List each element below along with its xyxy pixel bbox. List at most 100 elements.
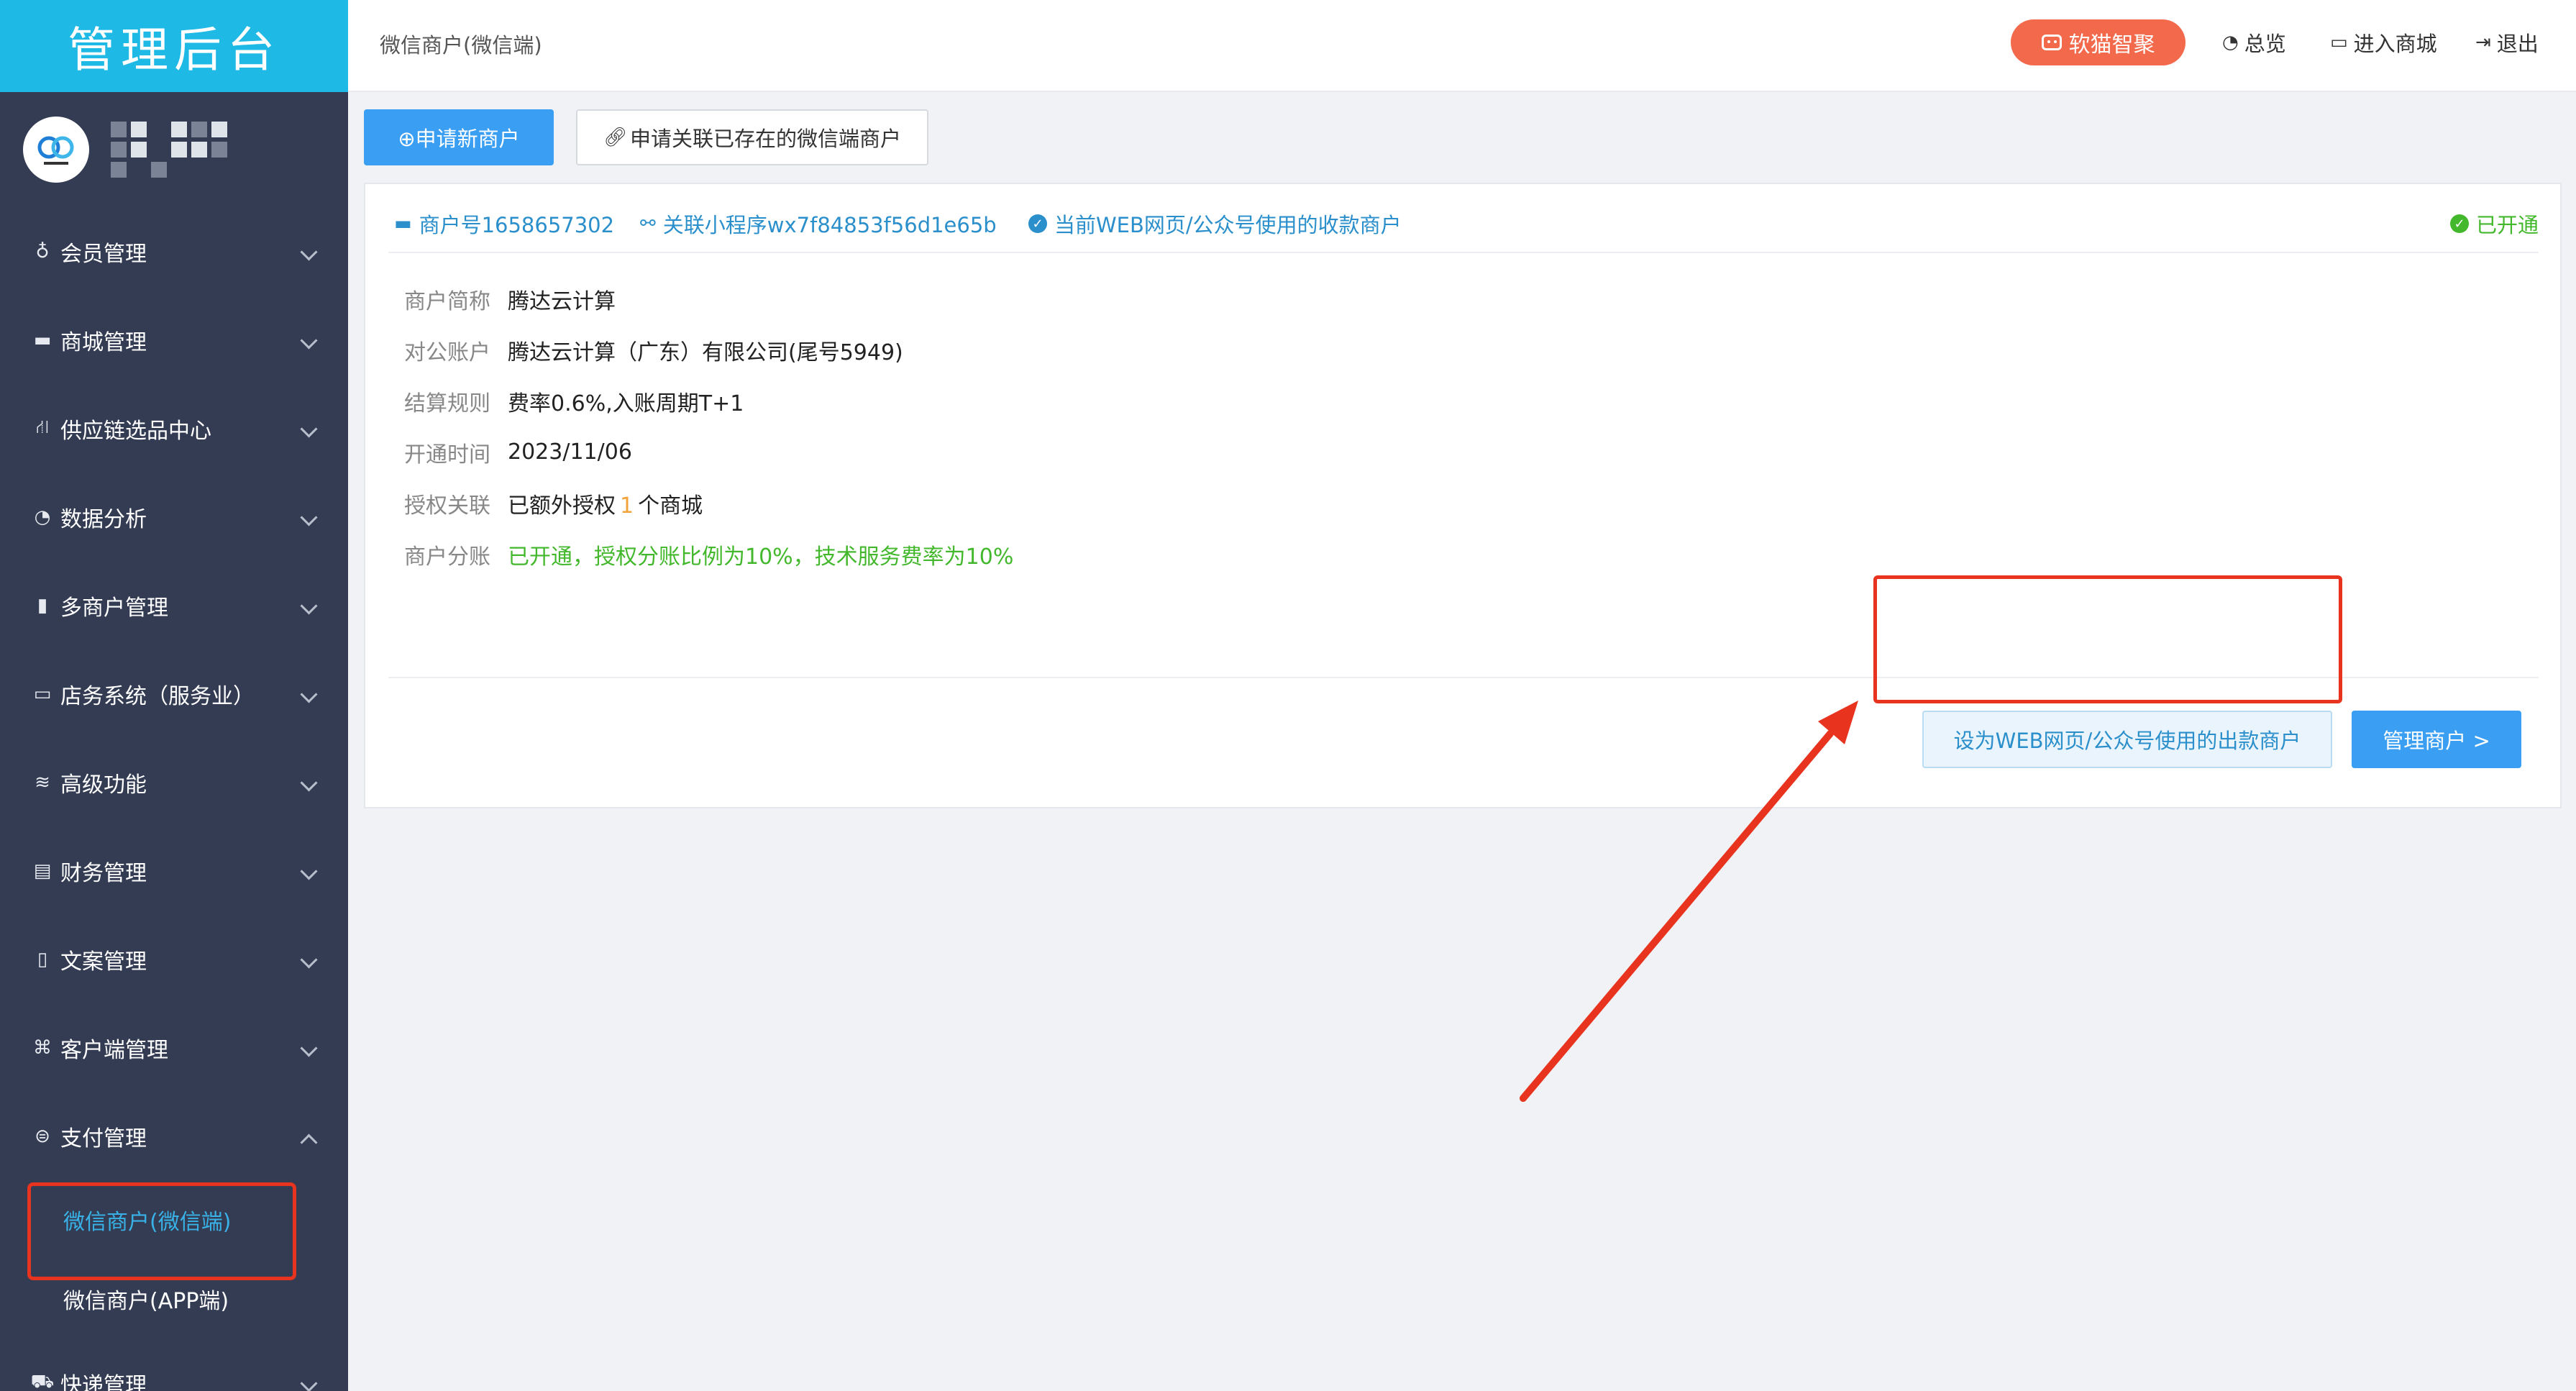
menu-item-label: 多商户管理 xyxy=(60,595,168,621)
layers-icon: ≋ xyxy=(35,771,50,793)
menu-item-label: 客户端管理 xyxy=(60,1037,168,1063)
merchant-number-text: 商户号1658657302 xyxy=(419,213,615,237)
field-value: 腾达云计算 xyxy=(508,288,616,314)
enter-mall-link[interactable]: ▭ 进入商城 xyxy=(2330,27,2437,58)
chevron-down-icon xyxy=(300,685,318,703)
store-icon: ▬ xyxy=(33,329,52,351)
field-label: 开通时间 xyxy=(404,442,490,468)
cloud-logo-icon xyxy=(37,136,74,165)
status-badge: ✓ 已开通 xyxy=(2449,209,2539,239)
check-circle-icon: ✓ xyxy=(1028,214,1047,233)
menu-item-member[interactable]: ♁ 会员管理 xyxy=(0,207,348,296)
field-value: 已额外授权 1 个商城 xyxy=(508,488,703,519)
document-icon: ▯ xyxy=(37,948,48,970)
set-payout-merchant-button[interactable]: 设为WEB网页/公众号使用的出款商户 xyxy=(1922,711,2332,768)
manage-merchant-button[interactable]: 管理商户 > xyxy=(2352,711,2521,768)
top-header: 微信商户(微信端) 软猫智聚 ◔ 总览 ▭ 进入商城 ⇥ 退出 xyxy=(348,0,2576,92)
enter-mall-label: 进入商城 xyxy=(2353,32,2437,56)
menu-item-multi-merchant[interactable]: ▮ 多商户管理 xyxy=(0,561,348,649)
field-label: 授权关联 xyxy=(404,493,490,519)
chevron-down-icon xyxy=(300,596,318,615)
pie-chart-icon: ◔ xyxy=(34,506,51,528)
chevron-down-icon xyxy=(300,508,318,526)
field-value: 2023/11/06 xyxy=(508,439,632,465)
menu-item-label: 高级功能 xyxy=(60,772,147,798)
chevron-down-icon xyxy=(300,242,318,261)
merchant-card-header: ▬ 商户号1658657302 ⚯ 关联小程序wx7f84853f56d1e65… xyxy=(388,184,2539,253)
masked-username xyxy=(111,122,227,178)
auth-count: 1 xyxy=(620,493,634,519)
menu-item-label: 快递管理 xyxy=(60,1372,147,1391)
mini-program-link[interactable]: ⚯ 关联小程序wx7f84853f56d1e65b xyxy=(640,209,997,239)
card-icon: ▭ xyxy=(33,683,52,705)
menu-item-label: 会员管理 xyxy=(60,241,147,267)
robot-icon xyxy=(2041,35,2062,50)
merchant-number: ▬ 商户号1658657302 xyxy=(394,209,614,239)
logout-link[interactable]: ⇥ 退出 xyxy=(2475,27,2539,58)
check-circle-icon: ✓ xyxy=(2449,214,2469,233)
account-info[interactable] xyxy=(0,92,348,207)
apply-new-merchant-button[interactable]: ⊕申请新商户 xyxy=(364,109,554,165)
info-row-settlement: 结算规则 费率0.6%,入账周期T+1 xyxy=(404,375,1013,427)
menu-item-label: 数据分析 xyxy=(60,506,147,532)
main-content: ⊕申请新商户 🔗︎ 申请关联已存在的微信端商户 ▬ 商户号1658657302 … xyxy=(348,92,2576,1391)
bulb-icon: ♁ xyxy=(35,240,50,263)
field-label: 商户简称 xyxy=(404,288,490,314)
link-icon: 🔗︎ xyxy=(603,127,627,148)
info-row-open-date: 开通时间 2023/11/06 xyxy=(404,427,1013,478)
menu-item-label: 支付管理 xyxy=(60,1126,147,1151)
link-existing-label: 申请关联已存在的微信端商户 xyxy=(630,127,902,151)
menu-item-copywriting[interactable]: ▯ 文案管理 xyxy=(0,915,348,1003)
field-label: 对公账户 xyxy=(404,339,490,365)
app-title: 管理后台 xyxy=(68,22,280,78)
pie-chart-icon: ◔ xyxy=(2222,32,2239,53)
merchant-card: ▬ 商户号1658657302 ⚯ 关联小程序wx7f84853f56d1e65… xyxy=(364,183,2562,808)
field-label: 结算规则 xyxy=(404,391,490,416)
chevron-up-icon xyxy=(300,1133,318,1151)
logout-label: 退出 xyxy=(2496,32,2539,56)
logo-bar: 管理后台 xyxy=(0,0,348,92)
info-row-short-name: 商户简称 腾达云计算 xyxy=(404,273,1013,324)
highlight-box-button xyxy=(1873,575,2342,703)
menu-item-finance[interactable]: ▤ 财务管理 xyxy=(0,826,348,915)
chevron-down-icon xyxy=(300,331,318,350)
menu-item-mall[interactable]: ▬ 商城管理 xyxy=(0,296,348,384)
chevron-down-icon xyxy=(300,950,318,969)
bar-chart-icon: ▮ xyxy=(37,594,48,616)
mini-program-text: 关联小程序wx7f84853f56d1e65b xyxy=(662,213,997,237)
info-row-account: 对公账户 腾达云计算（广东）有限公司(尾号5949) xyxy=(404,324,1013,375)
menu-item-analytics[interactable]: ◔ 数据分析 xyxy=(0,473,348,561)
chevron-down-icon xyxy=(300,1374,318,1391)
logout-icon: ⇥ xyxy=(2475,32,2491,53)
merchant-info: 商户简称 腾达云计算 对公账户 腾达云计算（广东）有限公司(尾号5949) 结算… xyxy=(404,273,1013,580)
payment-icon: ⊜ xyxy=(35,1125,50,1147)
auth-suffix: 个商城 xyxy=(638,493,703,519)
avatar[interactable] xyxy=(23,117,89,183)
truck-icon: ⛟ xyxy=(30,1370,55,1391)
menu-item-client[interactable]: ⌘ 客户端管理 xyxy=(0,1003,348,1092)
finance-icon: ▤ xyxy=(33,859,52,882)
command-icon: ⌘ xyxy=(33,1036,52,1059)
auth-prefix: 已额外授权 xyxy=(508,493,616,519)
store-icon: ▭ xyxy=(2330,32,2348,53)
link-existing-merchant-button[interactable]: 🔗︎ 申请关联已存在的微信端商户 xyxy=(576,109,928,165)
overview-link[interactable]: ◔ 总览 xyxy=(2222,27,2286,58)
current-use-tag: ✓ 当前WEB网页/公众号使用的收款商户 xyxy=(1028,209,1402,239)
field-value: 费率0.6%,入账周期T+1 xyxy=(508,391,744,416)
ai-assistant-button[interactable]: 软猫智聚 xyxy=(2011,19,2186,65)
status-text: 已开通 xyxy=(2475,213,2539,237)
info-row-profit-sharing: 商户分账 已开通，授权分账比例为10%，技术服务费率为10% xyxy=(404,529,1013,580)
menu-item-payment[interactable]: ⊜ 支付管理 xyxy=(0,1092,348,1180)
field-value: 已开通，授权分账比例为10%，技术服务费率为10% xyxy=(508,544,1014,570)
menu-item-label: 商城管理 xyxy=(60,329,147,355)
menu-item-express[interactable]: ⛟ 快递管理 xyxy=(0,1338,348,1391)
store-icon: ▬ xyxy=(394,213,412,234)
link-icon: ⚯ xyxy=(640,213,656,234)
menu-item-supply-chain[interactable]: ⛙ 供应链选品中心 xyxy=(0,384,348,473)
chevron-down-icon xyxy=(300,1039,318,1057)
menu-item-store-system[interactable]: ▭ 店务系统（服务业） xyxy=(0,649,348,738)
menu-item-advanced[interactable]: ≋ 高级功能 xyxy=(0,738,348,826)
ai-button-label: 软猫智聚 xyxy=(2068,32,2155,58)
breadcrumb: 微信商户(微信端) xyxy=(380,33,542,58)
menu-item-label: 文案管理 xyxy=(60,949,147,975)
